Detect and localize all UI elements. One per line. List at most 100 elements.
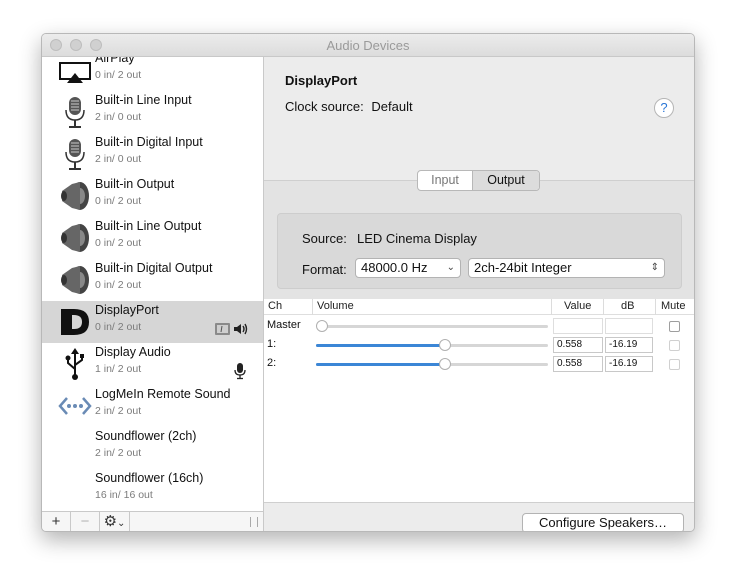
speaker-icon xyxy=(234,323,248,335)
channel-2-db-field[interactable]: -16.19 xyxy=(605,356,653,372)
remove-device-button[interactable]: − xyxy=(71,512,100,531)
device-name: DisplayPort xyxy=(95,303,159,317)
logmein-icon xyxy=(58,397,92,415)
device-io: 2 in/ 2 out xyxy=(95,447,142,459)
resize-handle[interactable] xyxy=(250,517,258,527)
device-io: 16 in/ 16 out xyxy=(95,489,153,501)
channel-2-volume-slider[interactable] xyxy=(316,358,548,370)
speaker-icon xyxy=(61,266,89,294)
device-name: Built-in Output xyxy=(95,177,175,191)
channel-2-value-field[interactable]: 0.558 xyxy=(553,356,603,372)
microphone-icon xyxy=(234,363,246,380)
source-label: Source: xyxy=(302,231,347,246)
channel-1-value-field[interactable]: 0.558 xyxy=(553,337,603,353)
device-item-soundflower-16ch[interactable]: Soundflower (16ch) 16 in/ 16 out xyxy=(42,469,263,511)
help-button[interactable]: ? xyxy=(654,98,674,118)
device-name: Built-in Digital Input xyxy=(95,135,203,149)
column-db: dB xyxy=(621,300,635,312)
speaker-icon xyxy=(61,224,89,252)
device-item-soundflower-2ch[interactable]: Soundflower (2ch) 2 in/ 2 out xyxy=(42,427,263,469)
device-io: 2 in/ 0 out xyxy=(95,111,142,123)
bit-format-value: 2ch-24bit Integer xyxy=(474,260,572,275)
microphone-icon xyxy=(65,97,85,128)
bit-format-select[interactable]: 2ch-24bit Integer ⇕ xyxy=(468,258,665,278)
column-divider xyxy=(312,299,313,315)
airplay-icon xyxy=(59,62,91,83)
window-title: Audio Devices xyxy=(326,38,410,53)
device-list-toolbar: + − ⚙⌄ xyxy=(42,511,264,531)
device-io: 0 in/ 2 out xyxy=(95,69,142,81)
clock-source-value: Default xyxy=(371,99,413,114)
column-value: Value xyxy=(564,300,592,312)
tab-output[interactable]: Output xyxy=(473,171,539,190)
channel-1-mute-checkbox[interactable] xyxy=(669,340,680,351)
device-item-builtin-line-output[interactable]: Built-in Line Output 0 in/ 2 out xyxy=(42,217,263,259)
device-name: Soundflower (2ch) xyxy=(95,429,197,443)
finder-icon xyxy=(215,323,230,335)
device-io: 0 in/ 2 out xyxy=(95,195,142,207)
input-output-segmented-control: Input Output xyxy=(417,170,540,191)
slider-knob[interactable] xyxy=(316,320,328,332)
microphone-icon xyxy=(65,139,85,170)
device-item-builtin-digital-output[interactable]: Built-in Digital Output 0 in/ 2 out xyxy=(42,259,263,301)
device-io: 0 in/ 2 out xyxy=(95,279,142,291)
title-bar: Audio Devices xyxy=(42,34,694,57)
column-divider xyxy=(551,299,552,315)
channel-1-db-field[interactable]: -16.19 xyxy=(605,337,653,353)
device-io: 2 in/ 2 out xyxy=(95,405,142,417)
gear-menu-button[interactable]: ⚙⌄ xyxy=(100,512,130,531)
device-name: Display Audio xyxy=(95,345,171,359)
device-name: Built-in Line Input xyxy=(95,93,192,107)
channel-label: 1: xyxy=(267,338,277,350)
device-item-builtin-line-input[interactable]: Built-in Line Input 2 in/ 0 out xyxy=(42,91,263,133)
device-item-builtin-digital-input[interactable]: Built-in Digital Input 2 in/ 0 out xyxy=(42,133,263,175)
device-item-airplay[interactable]: AirPlay 0 in/ 2 out xyxy=(42,57,263,91)
column-ch: Ch xyxy=(268,300,283,312)
column-mute: Mute xyxy=(661,300,686,312)
device-list: AirPlay 0 in/ 2 out Built-in Line Input … xyxy=(42,57,264,511)
up-down-chevron-icon: ⇕ xyxy=(650,262,659,273)
sample-rate-value: 48000.0 Hz xyxy=(361,260,428,275)
device-io: 0 in/ 2 out xyxy=(95,321,142,333)
device-name: Soundflower (16ch) xyxy=(95,471,204,485)
channel-label: 2: xyxy=(267,357,277,369)
device-item-displayport[interactable]: DisplayPort 0 in/ 2 out xyxy=(42,301,263,343)
master-mute-checkbox[interactable] xyxy=(669,321,680,332)
master-volume-slider[interactable] xyxy=(316,320,548,332)
device-detail-panel: DisplayPort Clock source: Default ? Inpu… xyxy=(264,57,694,531)
channel-1-volume-slider[interactable] xyxy=(316,339,548,351)
master-value-field xyxy=(553,318,603,334)
slider-fill xyxy=(316,363,446,366)
channel-2-mute-checkbox[interactable] xyxy=(669,359,680,370)
device-name: AirPlay xyxy=(95,57,135,65)
channel-label: Master xyxy=(267,319,301,331)
configure-speakers-button[interactable]: Configure Speakers… xyxy=(522,513,684,531)
chevron-down-icon: ⌄ xyxy=(117,518,126,529)
slider-knob[interactable] xyxy=(439,358,452,370)
usb-icon xyxy=(65,348,84,380)
sample-rate-select[interactable]: 48000.0 Hz ⌄ xyxy=(355,258,461,278)
column-volume: Volume xyxy=(317,300,354,312)
device-item-builtin-output[interactable]: Built-in Output 0 in/ 2 out xyxy=(42,175,263,217)
device-name: LogMeIn Remote Sound xyxy=(95,387,231,401)
channel-volume-table: Ch Volume Value dB Mute Master 1: 0.558 … xyxy=(264,299,694,522)
chevron-down-icon: ⌄ xyxy=(446,262,455,273)
speaker-icon xyxy=(61,182,89,210)
bottom-bar: Configure Speakers… xyxy=(264,502,694,531)
device-io: 0 in/ 2 out xyxy=(95,237,142,249)
slider-fill xyxy=(316,344,446,347)
tab-input[interactable]: Input xyxy=(418,171,473,190)
device-item-logmein-remote-sound[interactable]: LogMeIn Remote Sound 2 in/ 2 out xyxy=(42,385,263,427)
clock-source-label: Clock source: xyxy=(285,99,364,114)
audio-devices-window: Audio Devices AirPlay 0 in/ 2 out Built-… xyxy=(41,33,695,532)
device-item-display-audio[interactable]: Display Audio 1 in/ 2 out xyxy=(42,343,263,385)
device-name: Built-in Line Output xyxy=(95,219,202,233)
gear-icon: ⚙ xyxy=(103,513,118,530)
column-divider xyxy=(603,299,604,315)
slider-knob[interactable] xyxy=(439,339,452,351)
device-io: 1 in/ 2 out xyxy=(95,363,142,375)
add-device-button[interactable]: + xyxy=(42,512,71,531)
device-name: Built-in Digital Output xyxy=(95,261,213,275)
clock-source: Clock source: Default xyxy=(285,99,413,114)
device-io: 2 in/ 0 out xyxy=(95,153,142,165)
